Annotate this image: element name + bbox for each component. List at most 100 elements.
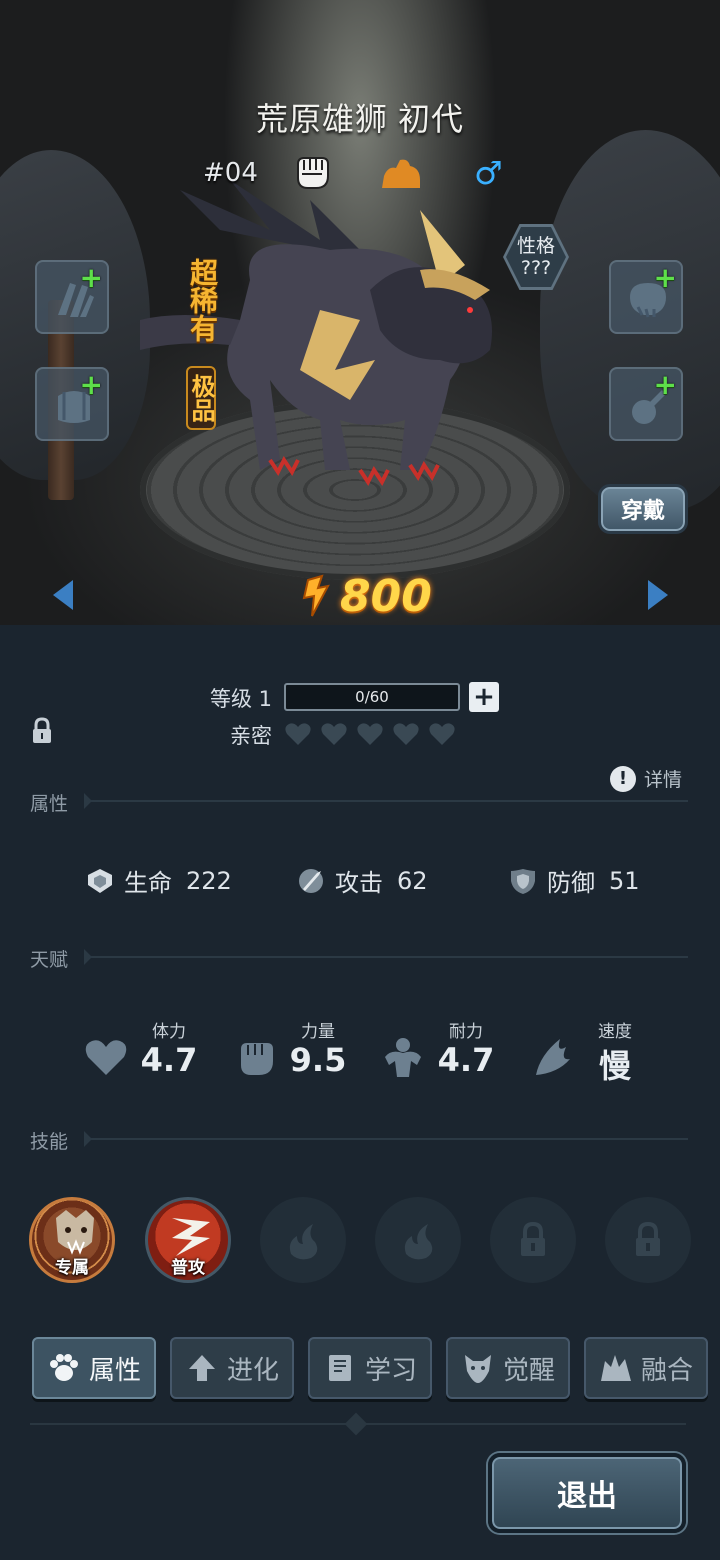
previous-pet-arrow-icon[interactable] xyxy=(53,580,73,610)
talent-endurance-label: 耐力 xyxy=(449,1022,483,1042)
skill-caption: 普攻 xyxy=(171,1258,205,1278)
power-icon xyxy=(302,574,330,617)
talent-strength: 力量 9.5 xyxy=(233,1017,373,1087)
paw-icon xyxy=(49,1354,78,1381)
tab-attributes[interactable]: 属性 xyxy=(32,1337,156,1399)
pet-name: 荒原雄狮 xyxy=(255,100,388,138)
wear-button[interactable]: 穿戴 xyxy=(598,484,688,534)
terrain-icon[interactable] xyxy=(380,156,422,190)
skill-normal-attack[interactable]: 普攻 xyxy=(145,1197,231,1283)
fusion-icon xyxy=(600,1355,631,1381)
power-value: 800 xyxy=(340,570,432,622)
personality-label: 性格 xyxy=(516,235,555,257)
talent-stamina-value: 4.7 xyxy=(140,1041,198,1079)
section-divider xyxy=(84,1131,688,1147)
book-icon xyxy=(328,1355,351,1381)
pet-title: 荒原雄狮 初代 xyxy=(0,94,720,140)
stat-attack-value: 62 xyxy=(397,866,428,895)
pet-number: #04 xyxy=(203,158,258,188)
stat-defense: 防御 51 xyxy=(509,863,640,898)
fist-icon[interactable] xyxy=(292,154,332,192)
accessory-gear-slot[interactable]: + xyxy=(609,367,683,441)
section-title-talent: 天赋 xyxy=(30,949,69,971)
flame-icon xyxy=(404,1224,433,1260)
exp-bar: 0/60 xyxy=(284,683,460,711)
section-divider xyxy=(84,793,688,809)
personality-value: ??? xyxy=(520,257,552,279)
heart-empty-icon xyxy=(429,723,455,745)
evolve-arrow-icon xyxy=(188,1355,215,1381)
skill-slot-locked[interactable] xyxy=(605,1197,691,1283)
muscle-icon xyxy=(385,1038,421,1077)
fist-icon xyxy=(241,1043,273,1075)
exit-button[interactable]: 退出 xyxy=(488,1453,686,1533)
wolf-head-icon xyxy=(464,1355,491,1383)
skill-exclusive[interactable]: 专属 xyxy=(29,1197,115,1283)
lock-icon xyxy=(636,1221,660,1256)
add-icon: + xyxy=(79,368,103,401)
talent-speed-value: 慢 xyxy=(598,1047,631,1085)
level-up-button[interactable]: + xyxy=(469,682,499,712)
detail-label: 详情 xyxy=(644,769,683,791)
tab-label: 学习 xyxy=(364,1355,417,1386)
info-icon: ! xyxy=(610,765,636,792)
pet-showcase: 荒原雄狮 初代 #04 ♂ 超稀有 极品 性格 ??? + + + + 穿戴 8… xyxy=(0,0,720,625)
paw-gear-slot[interactable]: + xyxy=(609,260,683,334)
stat-hp-value: 222 xyxy=(186,866,232,895)
pet-info-row: #04 ♂ xyxy=(0,154,720,194)
tab-label: 融合 xyxy=(640,1355,693,1386)
lock-icon[interactable] xyxy=(30,717,54,745)
add-icon: + xyxy=(653,261,677,294)
claw-gear-slot[interactable]: + xyxy=(35,260,109,334)
male-gender-icon: ♂ xyxy=(474,154,503,192)
skill-slot-empty[interactable] xyxy=(260,1197,346,1283)
talent-endurance-value: 4.7 xyxy=(437,1041,495,1079)
rarity-label: 超稀有 xyxy=(186,258,219,342)
skill-slot-empty[interactable] xyxy=(375,1197,461,1283)
stat-hp: 生命 222 xyxy=(86,863,232,898)
heart-empty-icon xyxy=(285,723,311,745)
stat-defense-value: 51 xyxy=(609,866,640,895)
section-title-skills: 技能 xyxy=(30,1131,69,1153)
heart-icon xyxy=(85,1040,127,1075)
talent-speed-label: 速度 xyxy=(598,1022,632,1042)
tab-label: 属性 xyxy=(88,1355,141,1386)
stat-defense-label: 防御 xyxy=(547,869,595,897)
tab-label: 进化 xyxy=(226,1355,279,1386)
intimacy-hearts xyxy=(284,721,456,747)
level-label: 等级 1 xyxy=(210,687,273,711)
talent-speed: 速度 慢 xyxy=(530,1017,670,1087)
talent-stamina-label: 体力 xyxy=(152,1022,186,1042)
skill-slot-locked[interactable] xyxy=(490,1197,576,1283)
bottom-divider xyxy=(30,1423,686,1425)
next-pet-arrow-icon[interactable] xyxy=(648,580,668,610)
tab-evolve[interactable]: 进化 xyxy=(170,1337,294,1399)
wing-icon xyxy=(536,1039,570,1075)
shield-icon xyxy=(511,868,535,894)
tab-learn[interactable]: 学习 xyxy=(308,1337,432,1399)
heart-empty-icon xyxy=(321,723,347,745)
combat-power: 800 xyxy=(300,570,432,622)
heart-empty-icon xyxy=(357,723,383,745)
exp-value: 0/60 xyxy=(355,688,389,706)
heart-empty-icon xyxy=(393,723,419,745)
stat-attack: 攻击 62 xyxy=(297,863,428,898)
skill-caption: 专属 xyxy=(55,1258,89,1278)
lock-icon xyxy=(521,1221,545,1256)
pet-generation: 初代 xyxy=(398,100,465,138)
tab-label: 觉醒 xyxy=(502,1355,555,1386)
detail-button[interactable]: ! 详情 xyxy=(610,765,682,792)
flame-icon xyxy=(289,1224,318,1260)
bottom-tabs: 属性 进化 学习 觉醒 融合 xyxy=(30,1337,710,1401)
stat-attack-label: 攻击 xyxy=(335,869,383,897)
tab-fusion[interactable]: 融合 xyxy=(584,1337,708,1399)
sword-icon xyxy=(299,868,323,893)
armor-gear-slot[interactable]: + xyxy=(35,367,109,441)
section-divider xyxy=(84,949,688,965)
intimacy-label: 亲密 xyxy=(230,724,272,748)
add-icon: + xyxy=(79,261,103,294)
tab-awaken[interactable]: 觉醒 xyxy=(446,1337,570,1399)
heart-shield-icon xyxy=(88,868,112,893)
add-icon: + xyxy=(653,368,677,401)
talent-stamina: 体力 4.7 xyxy=(84,1017,224,1087)
